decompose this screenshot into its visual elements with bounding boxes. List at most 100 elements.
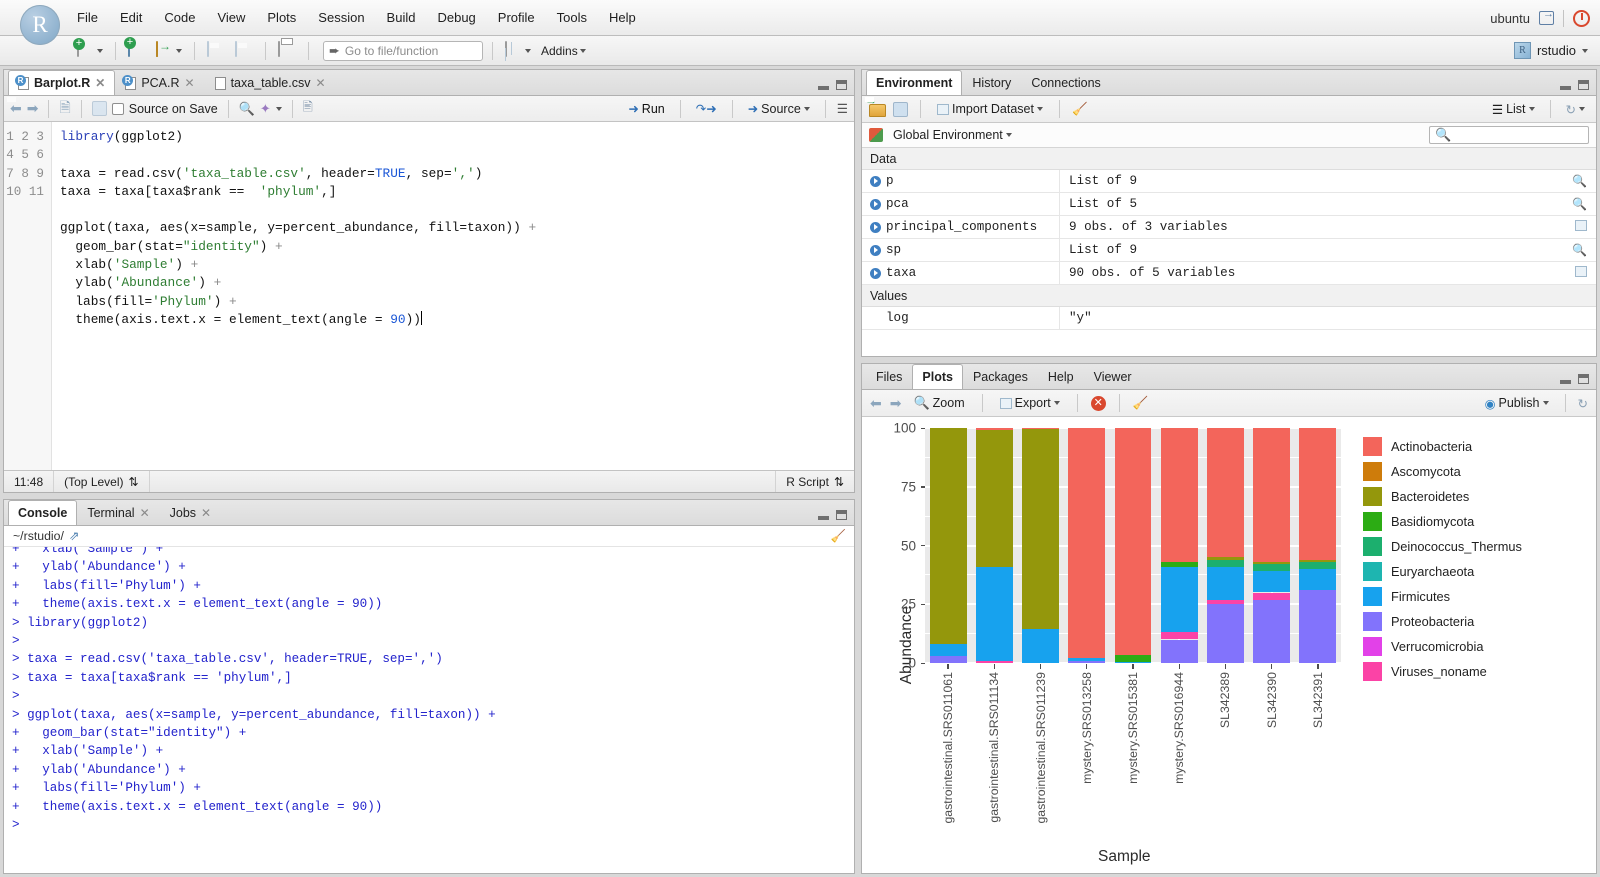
inspect-icon[interactable]: 🔍	[1572, 243, 1587, 258]
back-icon[interactable]: ⬅	[10, 100, 22, 117]
grid-icon[interactable]	[1575, 219, 1587, 235]
plot-display-area[interactable]: Abundance 0 25 50 75 100 gastrointestinal.SR…	[862, 417, 1596, 873]
tab-jobs[interactable]: Jobs ✕	[160, 500, 221, 525]
go-to-file-input[interactable]: ➨ Go to file/function	[323, 40, 483, 61]
import-dataset-button[interactable]: Import Dataset	[933, 101, 1047, 117]
find-replace-icon[interactable]: 🔍	[239, 101, 255, 117]
rerun-button[interactable]: ↷➜	[692, 100, 721, 117]
load-workspace-icon[interactable]	[869, 103, 886, 117]
expand-icon[interactable]	[870, 267, 881, 279]
maximize-icon[interactable]	[1578, 374, 1589, 384]
menu-item-file[interactable]: File	[66, 5, 109, 30]
minimize-icon[interactable]	[1560, 380, 1571, 384]
show-document-outline-icon[interactable]: 🗎	[59, 97, 70, 121]
clear-all-plots-icon[interactable]: 🧹	[1133, 396, 1149, 411]
tab-connections[interactable]: Connections	[1021, 70, 1111, 95]
show-outline-icon[interactable]: ☰	[837, 101, 848, 116]
minimize-icon[interactable]	[1560, 86, 1571, 90]
expand-icon[interactable]	[870, 221, 881, 233]
source-button[interactable]: ➜ Source	[744, 100, 814, 117]
menu-item-help[interactable]: Help	[598, 5, 647, 30]
view-mode-button[interactable]: ☰ List	[1488, 101, 1539, 118]
remove-plot-icon[interactable]: ✕	[1090, 395, 1106, 411]
addins-button[interactable]: Addins	[538, 42, 589, 60]
tab-files[interactable]: Files	[866, 364, 912, 389]
refresh-plot-icon[interactable]: ↻	[1578, 396, 1588, 411]
tab-history[interactable]: History	[962, 70, 1021, 95]
menu-item-edit[interactable]: Edit	[109, 5, 153, 30]
tab-environment[interactable]: Environment	[866, 70, 963, 95]
table-row[interactable]: principal_components 9 obs. of 3 variabl…	[862, 216, 1596, 239]
print-button[interactable]	[275, 40, 299, 61]
grid-icon[interactable]	[1575, 265, 1587, 281]
tab-taxa-table-csv[interactable]: taxa_table.csv ✕	[205, 70, 336, 95]
minimize-icon[interactable]	[818, 86, 829, 90]
menu-item-session[interactable]: Session	[307, 5, 375, 30]
expand-icon[interactable]	[870, 198, 881, 210]
new-project-button[interactable]	[125, 40, 149, 61]
code-tools-icon[interactable]: ✦	[260, 101, 271, 117]
clear-console-icon[interactable]: 🧹	[831, 529, 846, 544]
save-button[interactable]	[204, 40, 228, 61]
close-icon[interactable]: ✕	[95, 76, 105, 90]
table-row[interactable]: taxa 90 obs. of 5 variables	[862, 262, 1596, 285]
forward-icon[interactable]: ➡	[27, 100, 39, 117]
inspect-icon[interactable]: 🔍	[1572, 197, 1587, 212]
menu-item-profile[interactable]: Profile	[487, 5, 546, 30]
tab-console[interactable]: Console	[8, 500, 78, 525]
inspect-icon[interactable]: 🔍	[1572, 174, 1587, 189]
close-icon[interactable]: ✕	[316, 76, 326, 90]
file-type-selector[interactable]: R Script ⇅	[775, 471, 854, 492]
project-selector[interactable]: R rstudio	[1513, 42, 1588, 59]
signout-icon[interactable]	[1539, 8, 1554, 25]
close-icon[interactable]: ✕	[140, 506, 150, 520]
power-icon[interactable]	[1573, 9, 1590, 27]
expand-icon[interactable]	[870, 244, 881, 256]
tab-viewer[interactable]: Viewer	[1084, 364, 1142, 389]
menu-item-code[interactable]: Code	[153, 5, 206, 30]
new-file-button[interactable]	[74, 40, 106, 61]
menu-item-tools[interactable]: Tools	[546, 5, 598, 30]
close-icon[interactable]: ✕	[201, 506, 211, 520]
next-plot-icon[interactable]: ➡	[890, 395, 902, 412]
maximize-icon[interactable]	[836, 510, 847, 520]
compile-report-icon[interactable]: 🖹	[303, 98, 313, 119]
publish-button[interactable]: ◉ Publish	[1481, 395, 1553, 412]
maximize-icon[interactable]	[1578, 80, 1589, 90]
source-on-save-checkbox[interactable]	[111, 102, 124, 115]
tab-barplot-r[interactable]: Barplot.R ✕	[8, 70, 116, 95]
maximize-icon[interactable]	[836, 80, 847, 90]
tab-terminal[interactable]: Terminal ✕	[77, 500, 159, 525]
pane-layout-button[interactable]	[502, 40, 534, 61]
table-row[interactable]: log "y"	[862, 307, 1596, 330]
tab-pca-r[interactable]: PCA.R ✕	[115, 70, 204, 95]
minimize-icon[interactable]	[818, 516, 829, 520]
close-icon[interactable]: ✕	[185, 76, 195, 90]
menu-item-view[interactable]: View	[206, 5, 256, 30]
run-button[interactable]: ➜ Run	[624, 100, 668, 117]
zoom-button[interactable]: 🔍 Zoom	[909, 394, 968, 412]
open-directory-icon[interactable]: ⇗	[69, 529, 79, 543]
menu-item-debug[interactable]: Debug	[426, 5, 486, 30]
save-all-button[interactable]	[232, 40, 256, 61]
table-row[interactable]: p List of 9 🔍	[862, 170, 1596, 193]
menu-item-build[interactable]: Build	[376, 5, 427, 30]
code-scope-selector[interactable]: (Top Level) ⇅	[54, 471, 150, 492]
environment-search-input[interactable]: 🔍	[1429, 126, 1589, 144]
export-button[interactable]: Export	[996, 395, 1064, 411]
tab-plots[interactable]: Plots	[912, 364, 963, 389]
table-row[interactable]: pca List of 5 🔍	[862, 193, 1596, 216]
save-workspace-icon[interactable]	[893, 101, 908, 117]
tab-help[interactable]: Help	[1038, 364, 1084, 389]
table-row[interactable]: sp List of 9 🔍	[862, 239, 1596, 262]
expand-icon[interactable]	[870, 175, 881, 187]
environment-scope-selector[interactable]: Global Environment	[889, 127, 1016, 143]
save-icon[interactable]	[91, 101, 107, 116]
code-editor[interactable]: 1 2 3 4 5 6 7 8 9 10 11 library(ggplot2)…	[4, 122, 854, 470]
clear-workspace-icon[interactable]: 🧹	[1072, 102, 1088, 117]
tab-packages[interactable]: Packages	[963, 364, 1038, 389]
code-content[interactable]: library(ggplot2) taxa = read.csv('taxa_t…	[52, 122, 854, 470]
menu-item-plots[interactable]: Plots	[256, 5, 307, 30]
previous-plot-icon[interactable]: ⬅	[870, 395, 882, 412]
open-file-button[interactable]	[153, 40, 185, 61]
